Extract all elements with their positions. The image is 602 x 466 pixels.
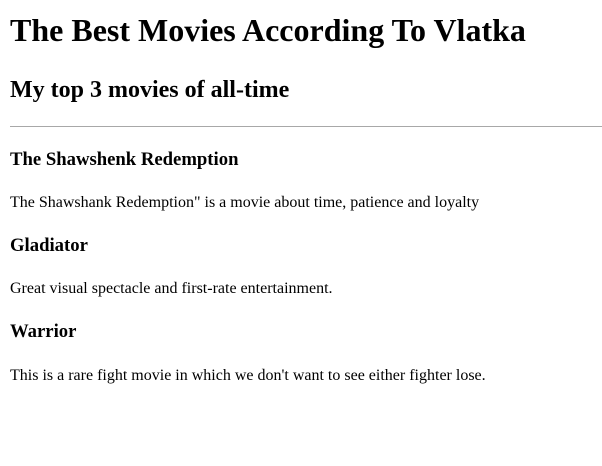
movie-description: This is a rare fight movie in which we d…	[10, 367, 486, 384]
page-content: The Best Movies According To Vlatka My t…	[0, 0, 602, 466]
movie-title: Warrior	[10, 321, 77, 342]
movie-description: The Shawshank Redemption" is a movie abo…	[10, 194, 480, 211]
page-title: The Best Movies According To Vlatka	[10, 12, 526, 48]
page-subtitle: My top 3 movies of all-time	[10, 77, 290, 103]
movie-title: The Shawshenk Redemption	[10, 149, 239, 170]
divider	[10, 126, 602, 127]
movie-description: Great visual spectacle and first-rate en…	[10, 280, 333, 297]
movie-title: Gladiator	[10, 235, 88, 256]
